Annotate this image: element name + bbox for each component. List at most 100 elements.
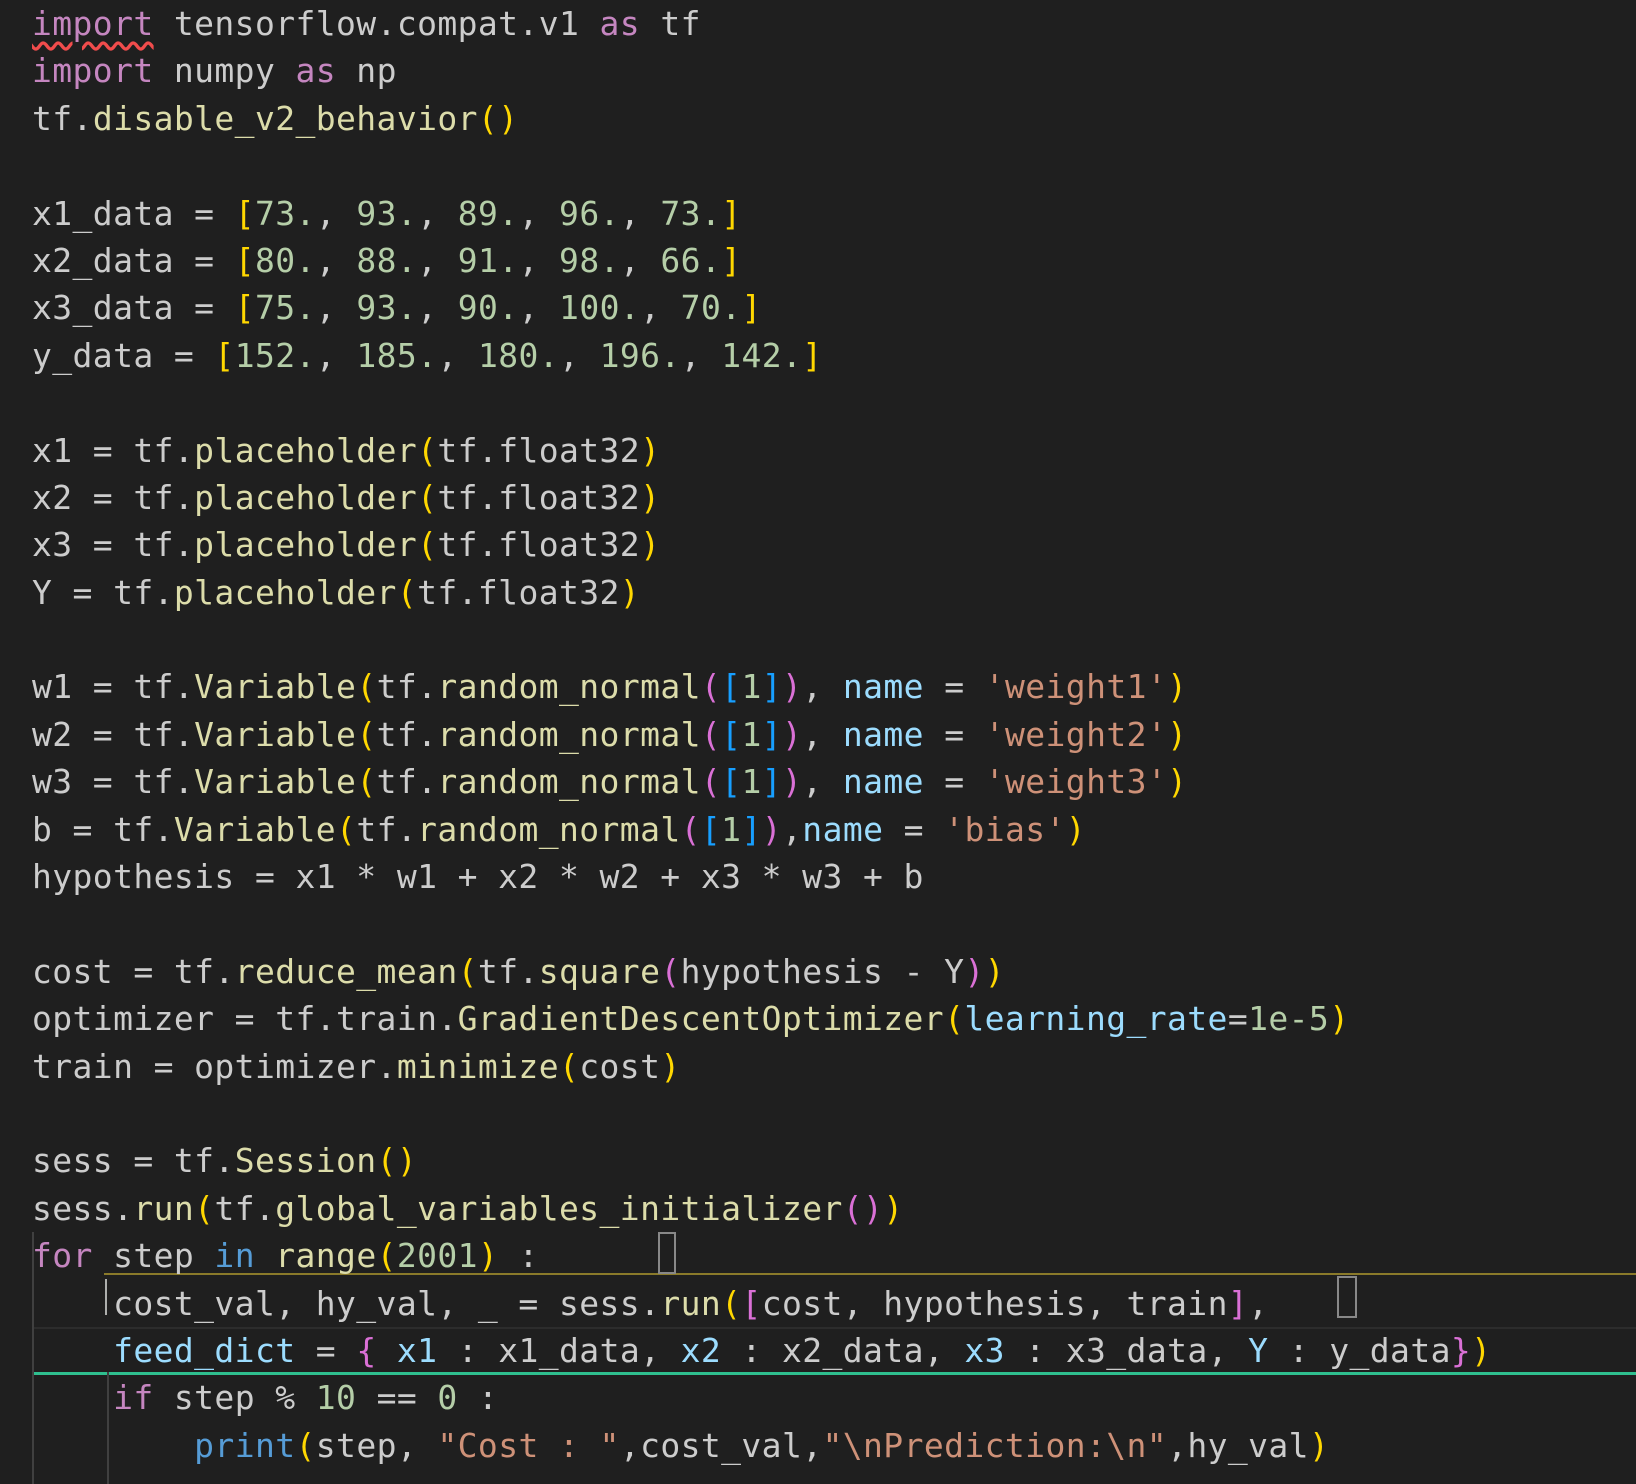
code-token: , bbox=[680, 335, 722, 375]
code-line[interactable] bbox=[32, 1090, 1636, 1137]
code-editor[interactable]: import tensorflow.compat.v1 as tf import … bbox=[0, 0, 1636, 1484]
code-token: 75. bbox=[254, 288, 316, 328]
code-line[interactable] bbox=[32, 379, 1636, 426]
code-token: ) bbox=[1167, 667, 1188, 707]
code-line[interactable]: tf.disable_v2_behavior() bbox=[32, 95, 1636, 142]
code-token: : y_data bbox=[1268, 1330, 1451, 1370]
code-line[interactable] bbox=[32, 900, 1636, 947]
code-line[interactable]: cost_val, hy_val, _ = sess.run([cost, hy… bbox=[32, 1280, 1636, 1327]
code-token: cost = tf. bbox=[32, 951, 235, 991]
code-token: tf. bbox=[376, 667, 438, 707]
code-token: [ bbox=[700, 809, 722, 849]
code-token: , bbox=[518, 193, 560, 233]
code-token: 1 bbox=[741, 762, 762, 802]
code-token: = bbox=[883, 809, 945, 849]
code-token: ( bbox=[700, 762, 722, 802]
code-line[interactable]: x1_data = [73., 93., 89., 96., 73.] bbox=[32, 190, 1636, 237]
code-token: 0 bbox=[437, 1378, 458, 1418]
code-token: in bbox=[214, 1236, 255, 1276]
code-line[interactable]: optimizer = tf.train.GradientDescentOpti… bbox=[32, 995, 1636, 1042]
code-token: disable_v2_behavior bbox=[92, 98, 478, 138]
code-line[interactable]: sess = tf.Session() bbox=[32, 1137, 1636, 1184]
code-token: ] bbox=[721, 193, 742, 233]
code-token: tensorflow.compat.v1 bbox=[153, 4, 600, 43]
code-token: { bbox=[356, 1330, 377, 1370]
code-token: ) bbox=[1167, 714, 1188, 754]
code-token: 66. bbox=[660, 240, 722, 280]
code-token: ( bbox=[376, 1236, 397, 1276]
code-line[interactable]: w2 = tf.Variable(tf.random_normal([1]), … bbox=[32, 711, 1636, 758]
code-line[interactable]: y_data = [152., 185., 180., 196., 142.] bbox=[32, 332, 1636, 379]
code-line[interactable]: hypothesis = x1 * w1 + x2 * w2 + x3 * w3… bbox=[32, 853, 1636, 900]
code-token: square bbox=[538, 951, 661, 991]
code-token: x2 = tf. bbox=[32, 477, 195, 517]
code-token: GradientDescentOptimizer bbox=[457, 999, 945, 1039]
code-line[interactable]: w1 = tf.Variable(tf.random_normal([1]), … bbox=[32, 663, 1636, 710]
code-line[interactable]: import numpy as np bbox=[32, 47, 1636, 94]
code-line[interactable] bbox=[32, 616, 1636, 663]
code-token: minimize bbox=[396, 1046, 559, 1086]
code-token: ) bbox=[1167, 762, 1188, 802]
code-token: sess. bbox=[32, 1188, 134, 1228]
code-line[interactable]: x3 = tf.placeholder(tf.float32) bbox=[32, 521, 1636, 568]
code-token: as bbox=[599, 4, 641, 43]
code-area[interactable]: import tensorflow.compat.v1 as tf import … bbox=[32, 0, 1636, 1469]
code-token: tf. bbox=[376, 762, 438, 802]
code-token: range bbox=[275, 1236, 377, 1276]
code-token: placeholder bbox=[194, 477, 418, 517]
code-line[interactable]: sess.run(tf.global_variables_initializer… bbox=[32, 1185, 1636, 1232]
code-token: ] bbox=[741, 809, 762, 849]
code-line[interactable]: if step % 10 == 0 : bbox=[32, 1374, 1636, 1421]
code-token: ( bbox=[457, 951, 478, 991]
code-token: 2001 bbox=[396, 1236, 478, 1276]
code-token: tf.float32 bbox=[437, 477, 641, 517]
code-token: 98. bbox=[559, 240, 620, 280]
code-token: ) bbox=[883, 1188, 904, 1228]
code-line[interactable]: w3 = tf.Variable(tf.random_normal([1]), … bbox=[32, 758, 1636, 805]
code-token: global_variables_initializer bbox=[275, 1188, 843, 1228]
code-line[interactable]: Y = tf.placeholder(tf.float32) bbox=[32, 569, 1636, 616]
code-token: : x2_data, bbox=[721, 1330, 965, 1370]
code-token: tf. bbox=[32, 98, 93, 138]
code-line[interactable]: x3_data = [75., 93., 90., 100., 70.] bbox=[32, 284, 1636, 331]
code-token: ,cost_val, bbox=[619, 1425, 823, 1465]
code-line[interactable]: x2 = tf.placeholder(tf.float32) bbox=[32, 474, 1636, 521]
code-line[interactable]: import tensorflow.compat.v1 as tf bbox=[32, 0, 1636, 47]
code-token: = bbox=[295, 1330, 357, 1370]
code-token: : bbox=[498, 1236, 539, 1276]
code-token: import bbox=[32, 4, 154, 43]
code-token: random_normal bbox=[417, 809, 681, 849]
code-token: ( bbox=[356, 667, 377, 707]
code-token: = bbox=[923, 667, 985, 707]
code-line[interactable]: x2_data = [80., 88., 91., 98., 66.] bbox=[32, 237, 1636, 284]
code-token: 'weight1' bbox=[984, 667, 1168, 707]
code-line[interactable]: cost = tf.reduce_mean(tf.square(hypothes… bbox=[32, 948, 1636, 995]
code-token: ( bbox=[417, 430, 438, 470]
code-token: tf. bbox=[477, 951, 539, 991]
code-token: = bbox=[923, 714, 985, 754]
code-line[interactable]: print(step, "Cost : ",cost_val,"\nPredic… bbox=[32, 1422, 1636, 1469]
code-token: , bbox=[619, 193, 661, 233]
code-line[interactable] bbox=[32, 142, 1636, 189]
code-line[interactable]: x1 = tf.placeholder(tf.float32) bbox=[32, 427, 1636, 474]
code-line[interactable]: for step in range(2001) : bbox=[32, 1232, 1636, 1279]
code-token: tf bbox=[640, 4, 701, 43]
code-token: "Cost : " bbox=[437, 1425, 620, 1465]
code-token: x3 = tf. bbox=[32, 525, 195, 565]
code-token: x3 bbox=[964, 1330, 1005, 1370]
code-line[interactable]: feed_dict = { x1 : x1_data, x2 : x2_data… bbox=[32, 1327, 1636, 1374]
code-token: } bbox=[1450, 1330, 1472, 1370]
code-line[interactable]: b = tf.Variable(tf.random_normal([1]),na… bbox=[32, 806, 1636, 853]
code-token: ( bbox=[680, 809, 701, 849]
code-token: ] bbox=[761, 667, 783, 707]
code-token: Variable bbox=[194, 762, 357, 802]
code-token: tf.float32 bbox=[417, 572, 620, 612]
code-token: 91. bbox=[457, 240, 519, 280]
code-token: , bbox=[640, 288, 681, 328]
code-token: 185. bbox=[356, 335, 438, 375]
code-token: 90. bbox=[457, 288, 519, 328]
code-line[interactable]: train = optimizer.minimize(cost) bbox=[32, 1043, 1636, 1090]
code-token: ] bbox=[761, 762, 783, 802]
